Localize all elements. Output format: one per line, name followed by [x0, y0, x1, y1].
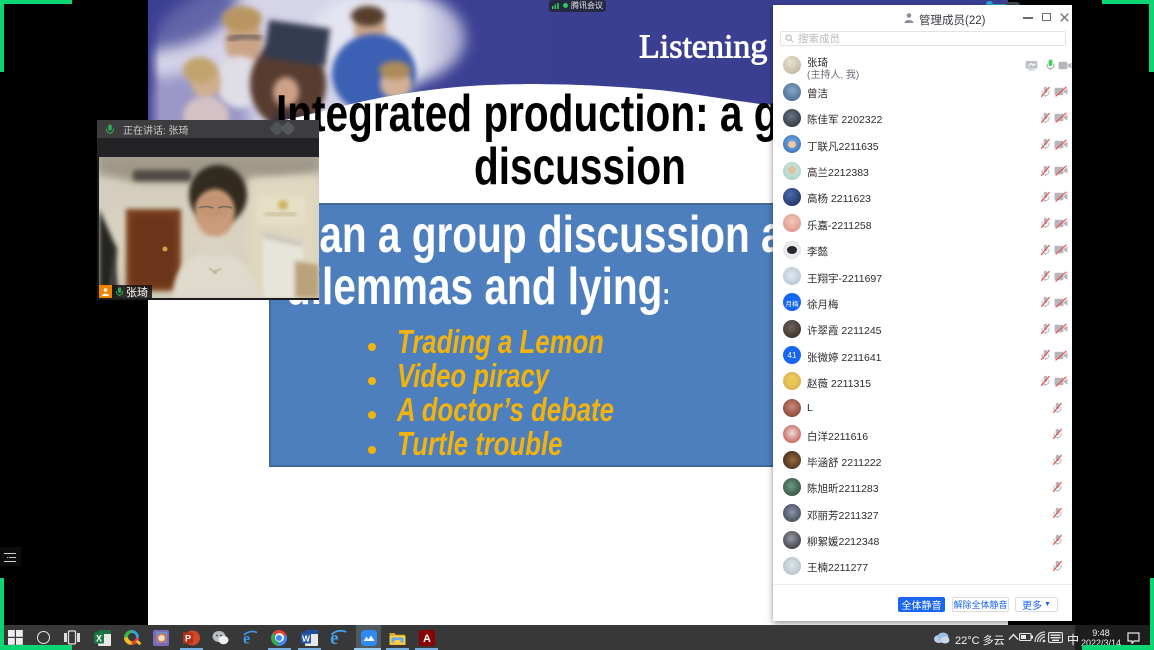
- svg-text:W: W: [302, 633, 311, 643]
- svg-text:A: A: [423, 633, 431, 645]
- svg-text:Listening: Listening: [639, 29, 767, 66]
- svg-text:X: X: [96, 633, 102, 643]
- svg-text:P: P: [185, 633, 191, 643]
